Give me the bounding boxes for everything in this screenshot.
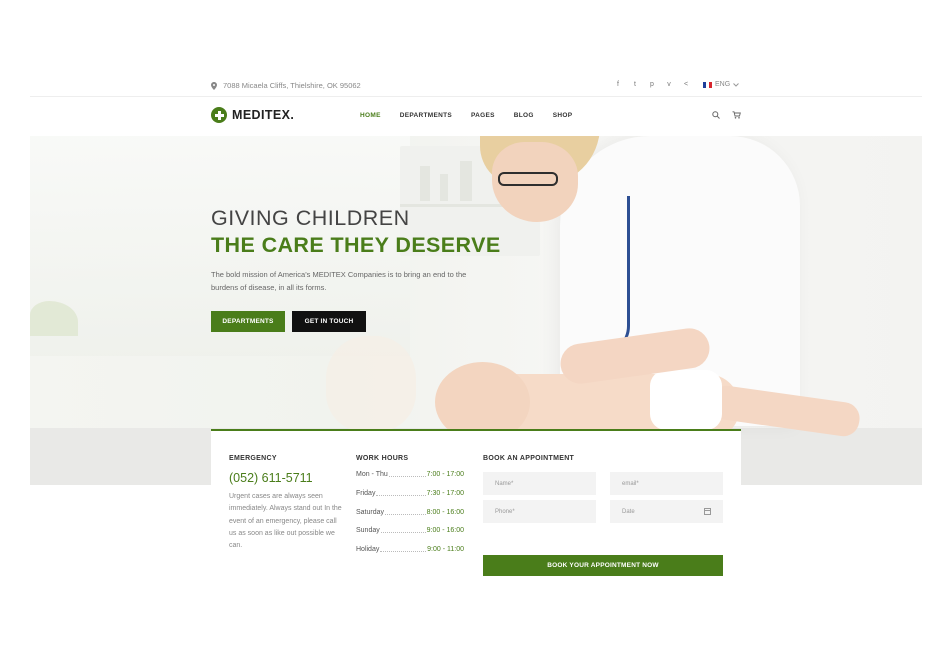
- facebook-icon[interactable]: f: [614, 81, 622, 88]
- language-selector[interactable]: ENG: [703, 81, 740, 88]
- header-icons: [712, 111, 741, 119]
- book-appointment-button[interactable]: BOOK YOUR APPOINTMENT NOW: [483, 555, 723, 576]
- baby-diaper: [650, 370, 722, 430]
- medical-cross-icon: [211, 107, 227, 123]
- hours-dots: [388, 471, 426, 477]
- date-placeholder: Date: [622, 508, 635, 515]
- hours-row: Saturday 8:00 - 16:00: [356, 509, 464, 528]
- work-hours-heading: WORK HOURS: [356, 455, 409, 462]
- hours-time: 8:00 - 16:00: [426, 508, 464, 516]
- phone-field[interactable]: Phone*: [483, 500, 596, 523]
- hero-description: The bold mission of America's MEDITEX Co…: [211, 270, 467, 292]
- booking-heading: BOOK AN APPOINTMENT: [483, 455, 575, 462]
- departments-button[interactable]: DEPARTMENTS: [211, 311, 285, 332]
- nav-blog[interactable]: BLOG: [514, 112, 534, 119]
- vimeo-icon[interactable]: v: [665, 81, 673, 88]
- hours-day: Mon - Thu: [356, 471, 388, 478]
- logo-name: MEDITEX: [232, 108, 291, 122]
- search-icon[interactable]: [712, 111, 720, 119]
- share-icon[interactable]: <: [682, 81, 690, 88]
- twitter-icon[interactable]: t: [631, 81, 639, 88]
- hours-dots: [376, 490, 426, 496]
- hours-dots: [380, 546, 427, 553]
- name-field[interactable]: Name*: [483, 472, 596, 495]
- emergency-heading: EMERGENCY: [229, 455, 277, 462]
- nav-departments[interactable]: DEPARTMENTS: [400, 112, 452, 119]
- chevron-down-icon: [733, 82, 740, 87]
- email-field[interactable]: email*: [610, 472, 723, 495]
- nav-shop[interactable]: SHOP: [553, 112, 573, 119]
- doctor-glasses: [498, 172, 558, 186]
- info-panel: EMERGENCY (052) 611-5711 Urgent cases ar…: [211, 429, 741, 578]
- hours-time: 7:00 - 17:00: [426, 471, 464, 478]
- hours-day: Sunday: [356, 527, 380, 535]
- teddy-bear-image: [326, 336, 416, 431]
- emergency-column: EMERGENCY (052) 611-5711 Urgent cases ar…: [229, 455, 344, 552]
- hero-title-line1: GIVING CHILDREN: [211, 206, 410, 230]
- nav-home[interactable]: HOME: [360, 112, 381, 119]
- hours-row: Sunday 9:00 - 16:00: [356, 527, 464, 546]
- hours-time: 9:00 - 11:00: [427, 546, 464, 554]
- hero-title-line2: THE CARE THEY DESERVE: [211, 233, 501, 257]
- france-flag-icon: [703, 81, 712, 88]
- logo-dot: .: [290, 108, 295, 122]
- name-placeholder: Name*: [495, 480, 514, 487]
- language-label: ENG: [715, 81, 731, 88]
- nav-pages[interactable]: PAGES: [471, 112, 495, 119]
- hours-day: Holiday: [356, 546, 380, 554]
- work-hours-column: WORK HOURS Mon - Thu 7:00 - 17:00 Friday…: [356, 455, 464, 565]
- booking-column: BOOK AN APPOINTMENT Name* email* Phone* …: [483, 455, 723, 576]
- address: 7088 Micaela Cliffs, Thielshire, OK 9506…: [211, 81, 361, 90]
- website: 7088 Micaela Cliffs, Thielshire, OK 9506…: [30, 75, 922, 578]
- hours-day: Friday: [356, 489, 376, 497]
- hours-row: Friday 7:30 - 17:00: [356, 490, 464, 509]
- date-field[interactable]: Date: [610, 500, 723, 523]
- pinterest-icon[interactable]: p: [648, 81, 656, 88]
- hours-row: Holiday 9:00 - 11:00: [356, 546, 464, 565]
- hours-time: 9:00 - 16:00: [426, 527, 464, 535]
- emergency-phone[interactable]: (052) 611-5711: [229, 471, 344, 485]
- hours-dots: [380, 527, 426, 534]
- stethoscope-image: [570, 196, 630, 356]
- email-placeholder: email*: [622, 480, 639, 487]
- logo[interactable]: MEDITEX.: [211, 107, 294, 123]
- emergency-text: Urgent cases are always seen immediately…: [229, 493, 342, 550]
- phone-placeholder: Phone*: [495, 508, 515, 515]
- hours-time: 7:30 - 17:00: [426, 489, 464, 497]
- top-bar: 7088 Micaela Cliffs, Thielshire, OK 9506…: [30, 75, 922, 97]
- get-in-touch-button[interactable]: GET IN TOUCH: [292, 311, 366, 332]
- calendar-icon[interactable]: [704, 508, 711, 515]
- main-nav: HOME DEPARTMENTS PAGES BLOG SHOP: [360, 112, 572, 119]
- hours-dots: [385, 509, 426, 515]
- social-links: f t p v <: [614, 81, 690, 88]
- location-pin-icon: [211, 81, 217, 90]
- address-text: 7088 Micaela Cliffs, Thielshire, OK 9506…: [223, 81, 361, 90]
- cart-icon[interactable]: [732, 111, 741, 119]
- hours-row: Mon - Thu 7:00 - 17:00: [356, 471, 464, 490]
- work-hours-list: Mon - Thu 7:00 - 17:00 Friday 7:30 - 17:…: [356, 471, 464, 565]
- main-header: MEDITEX. HOME DEPARTMENTS PAGES BLOG SHO…: [30, 97, 922, 136]
- logo-text: MEDITEX.: [232, 108, 294, 122]
- hours-day: Saturday: [356, 508, 385, 516]
